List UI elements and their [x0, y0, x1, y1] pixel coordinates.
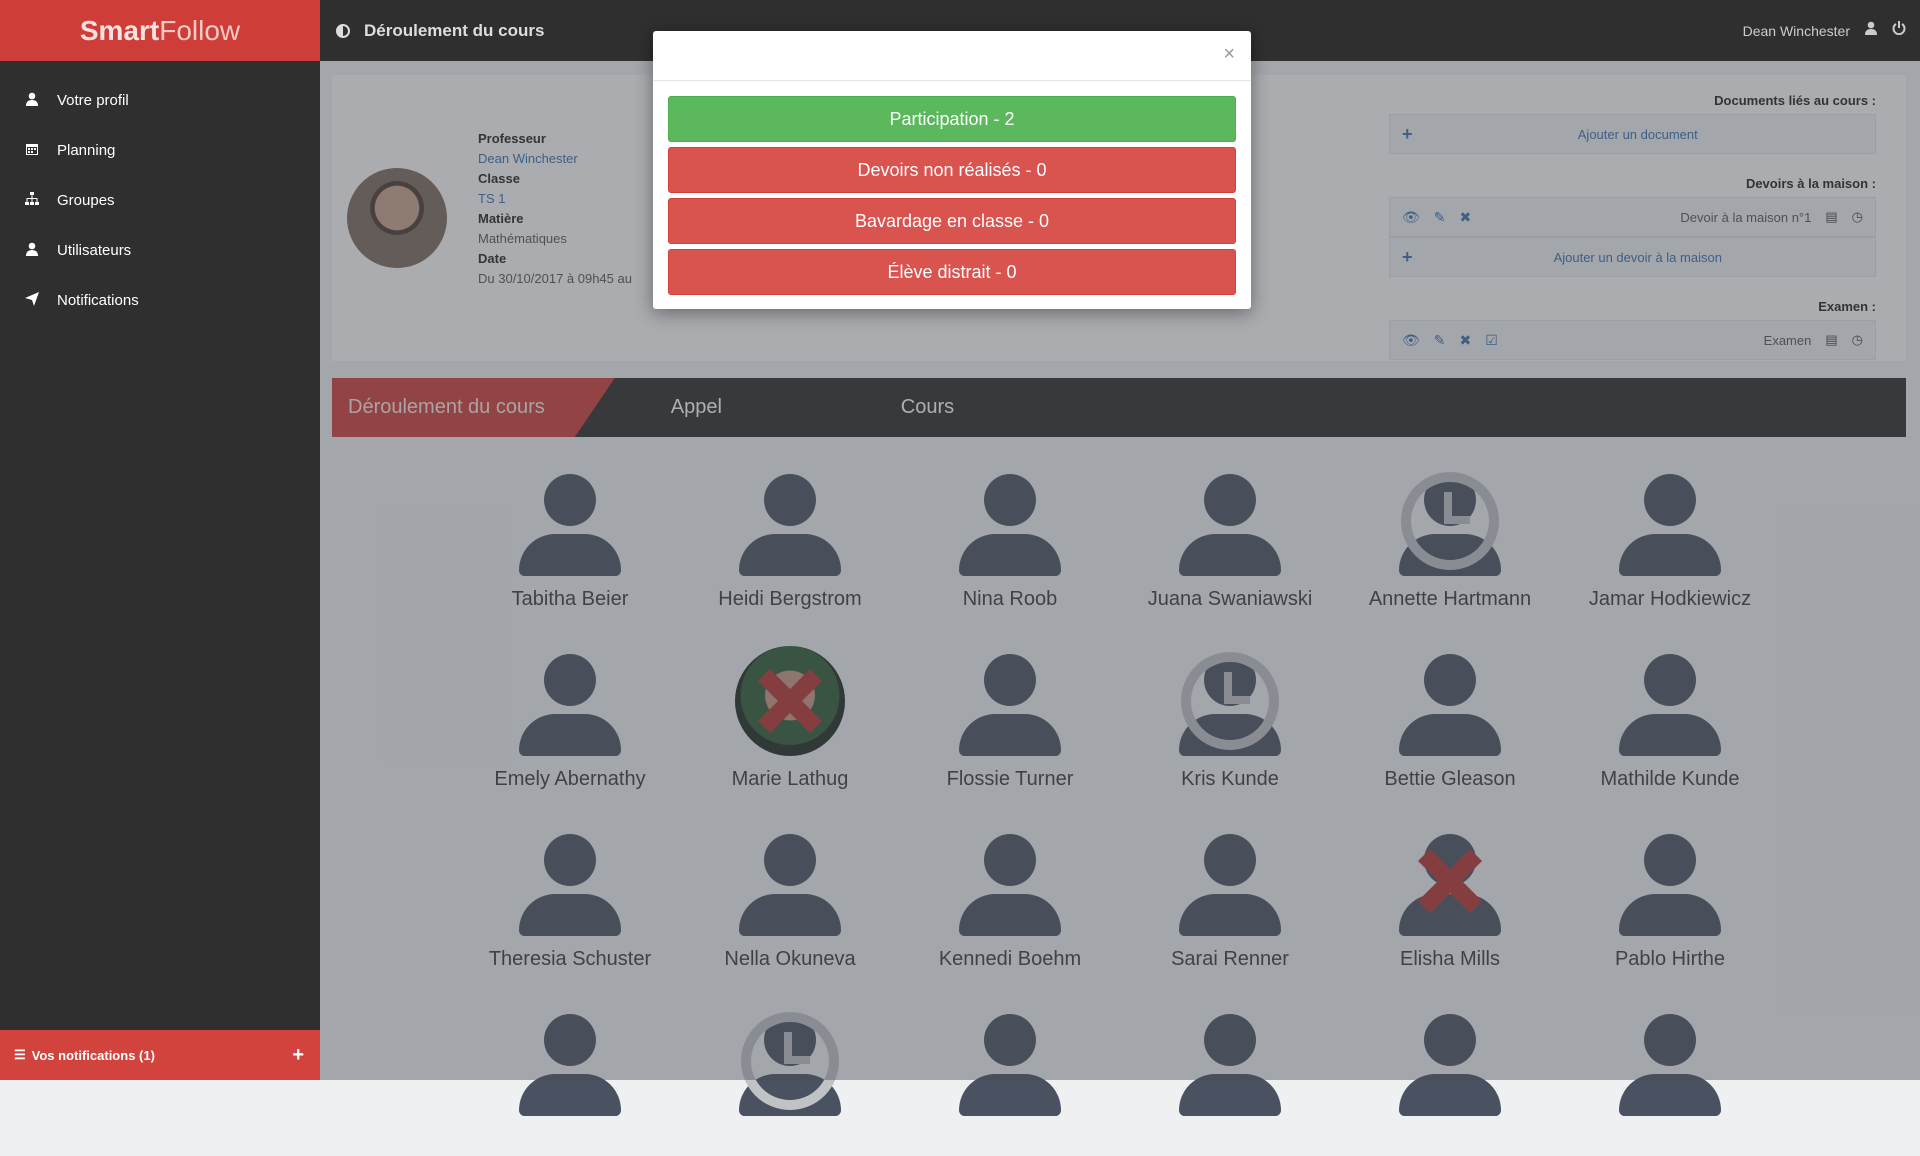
theme-toggle-icon[interactable] [336, 23, 350, 38]
send-icon [25, 292, 41, 308]
modal-header: × [653, 31, 1251, 81]
calendar-icon [25, 142, 41, 158]
homework-missing-button[interactable]: Devoirs non réalisés - 0 [668, 147, 1236, 193]
plus-icon[interactable]: + [292, 1044, 304, 1067]
close-icon[interactable]: × [1223, 43, 1235, 66]
sidebar-item-label: Groupes [57, 191, 115, 209]
sidebar-nav: Votre profil Planning Groupes Utilisateu… [0, 61, 320, 325]
user-icon [25, 92, 41, 108]
modal-body: Participation - 2 Devoirs non réalisés -… [653, 81, 1251, 315]
user-icon[interactable] [1864, 21, 1878, 40]
chatting-button[interactable]: Bavardage en classe - 0 [668, 198, 1236, 244]
sidebar-item-label: Votre profil [57, 91, 129, 109]
distracted-button[interactable]: Élève distrait - 0 [668, 249, 1236, 295]
sidebar-item-label: Notifications [57, 291, 139, 309]
user-icon [25, 242, 41, 258]
sidebar-item-notifications[interactable]: Notifications [0, 275, 320, 325]
user-name[interactable]: Dean Winchester [1743, 23, 1850, 39]
sidebar: Smart Follow Votre profil Planning Groupe… [0, 0, 320, 1080]
app-logo[interactable]: Smart Follow [0, 0, 320, 61]
brand-part2: Follow [159, 14, 241, 46]
page-title: Déroulement du cours [364, 20, 545, 40]
list-icon: ☰ [14, 1047, 26, 1062]
notifications-bar[interactable]: ☰ Vos notifications (1) + [0, 1030, 320, 1080]
sidebar-item-groupes[interactable]: Groupes [0, 175, 320, 225]
sidebar-item-label: Utilisateurs [57, 241, 132, 259]
sidebar-item-planning[interactable]: Planning [0, 125, 320, 175]
power-icon[interactable] [1892, 21, 1906, 40]
notifications-label: Vos notifications (1) [31, 1047, 155, 1063]
behavior-modal: × Participation - 2 Devoirs non réalisés… [653, 31, 1251, 309]
sidebar-item-profil[interactable]: Votre profil [0, 75, 320, 125]
sitemap-icon [25, 192, 41, 208]
participation-button[interactable]: Participation - 2 [668, 96, 1236, 142]
sidebar-item-label: Planning [57, 141, 116, 159]
brand-part1: Smart [79, 14, 160, 46]
sidebar-item-utilisateurs[interactable]: Utilisateurs [0, 225, 320, 275]
